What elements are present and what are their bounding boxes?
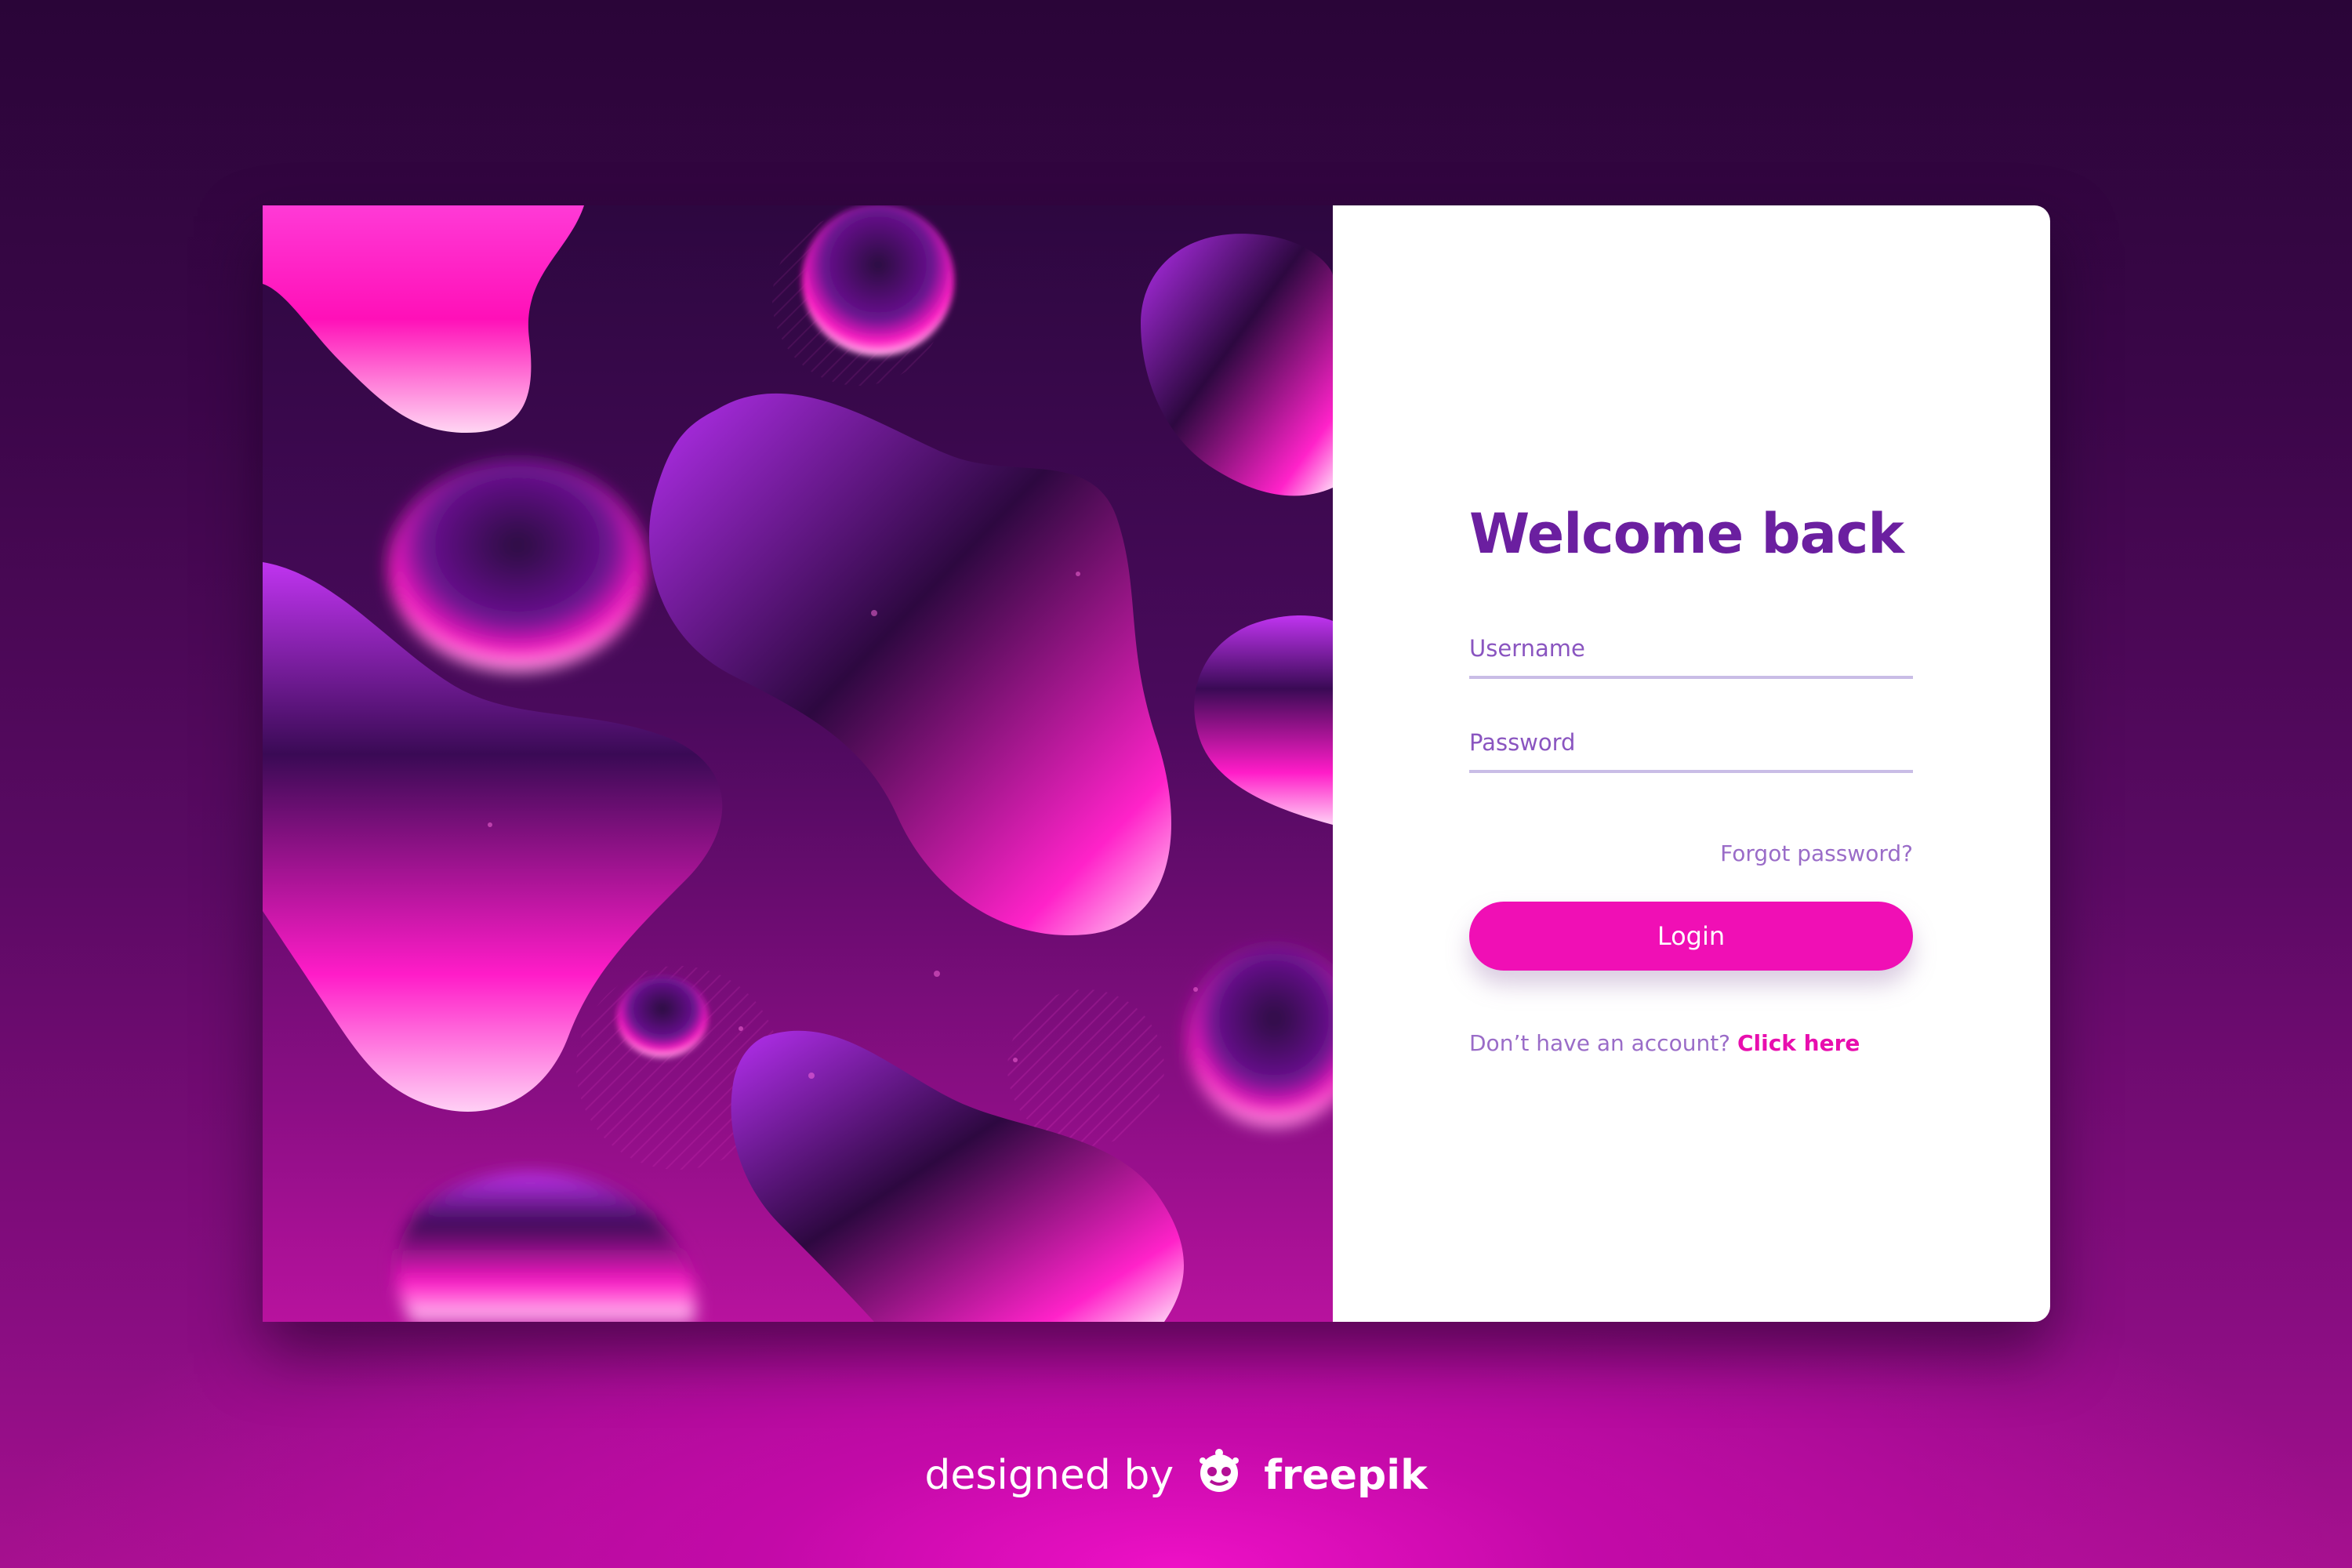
signup-link[interactable]: Click here xyxy=(1737,1030,1860,1056)
username-field-container xyxy=(1469,621,1913,679)
page-title: Welcome back xyxy=(1469,502,1904,566)
credit-brand: freepik xyxy=(1264,1452,1428,1499)
login-button[interactable]: Login xyxy=(1469,902,1913,971)
designer-credit: designed by freepik xyxy=(0,1446,2352,1505)
signup-prompt-text: Don’t have an account? xyxy=(1469,1030,1731,1056)
freepik-logo-icon xyxy=(1195,1446,1243,1505)
fluid-blobs-illustration xyxy=(263,205,1333,1322)
username-input[interactable] xyxy=(1469,621,1913,676)
password-field-container xyxy=(1469,715,1913,773)
password-input[interactable] xyxy=(1469,715,1913,770)
credit-prefix: designed by xyxy=(924,1452,1174,1499)
forgot-password-link[interactable]: Forgot password? xyxy=(1469,840,1913,866)
signup-prompt-row: Don’t have an account? Click here xyxy=(1469,1030,1860,1056)
